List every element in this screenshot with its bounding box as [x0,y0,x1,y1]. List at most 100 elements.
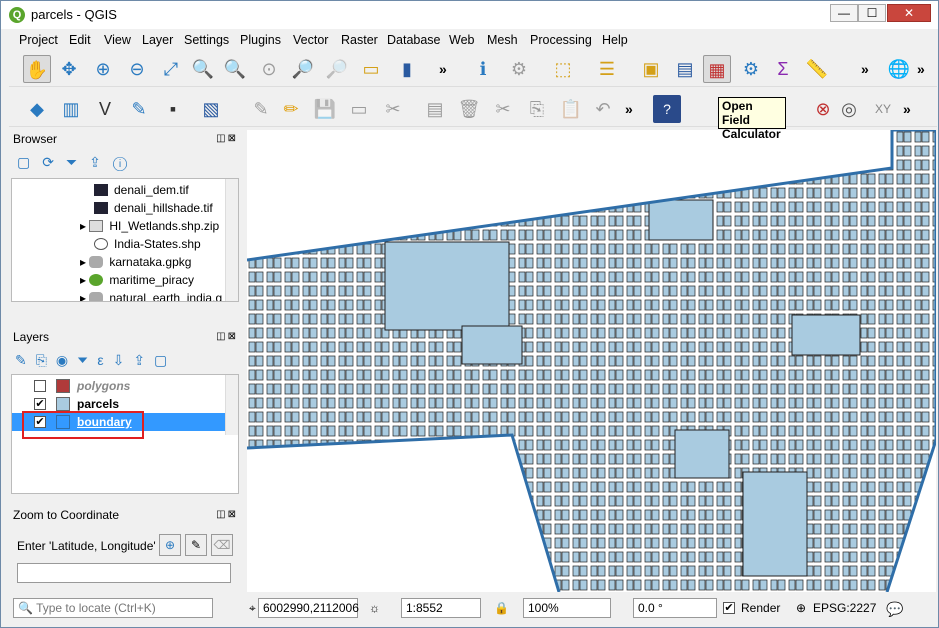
render-checkbox[interactable]: ✔ [723,602,735,614]
zoom-last-icon[interactable]: 🔎 [289,55,317,83]
menu-database[interactable]: Database [387,33,441,47]
magnifier-field[interactable]: 100% [523,598,611,618]
new-map-view-icon[interactable]: ▭ [357,55,385,83]
coordinate-input[interactable] [17,563,231,583]
toolbar-overflow-icon[interactable]: » [625,101,633,117]
coordinate-capture-icon[interactable]: XY [869,95,897,123]
lock-scale-icon[interactable]: 🔒 [494,601,509,615]
statistics-icon[interactable]: Σ [769,55,797,83]
toolbar-overflow-icon[interactable]: » [439,61,447,77]
pan-to-selection-icon[interactable]: ✥ [55,55,83,83]
menu-plugins[interactable]: Plugins [240,33,281,47]
expand-arrow-icon[interactable]: ▸ [80,219,89,233]
vertex-tool-icon[interactable]: ✂ [379,95,407,123]
add-feature-icon[interactable]: ▭ [345,95,373,123]
browser-item[interactable]: ▸ HI_Wetlands.shp.zip [80,217,219,235]
minimize-button[interactable]: — [830,4,858,22]
bookmark-icon[interactable]: ▮ [393,55,421,83]
select-by-value-icon[interactable]: ☰ [593,55,621,83]
capture-icon[interactable]: ✎ [185,534,207,556]
attribute-table-icon[interactable]: ▤ [671,55,699,83]
locator-search[interactable]: 🔍 Type to locate (Ctrl+K) [13,598,213,618]
deselect-icon[interactable]: ▣ [637,55,665,83]
new-shapefile-layer-icon[interactable]: V [91,95,119,123]
help-icon[interactable]: ? [653,95,681,123]
panel-float-close-icon[interactable]: ◫⊠ [216,133,238,144]
layers-toolbar[interactable]: ✎⎘◉⏷ε⇩⇪▢ [15,352,176,369]
expand-arrow-icon[interactable]: ▸ [80,273,89,287]
browser-item[interactable]: ▸ maritime_piracy [80,271,194,289]
menu-vector[interactable]: Vector [293,33,328,47]
close-button[interactable]: ✕ [887,4,931,22]
layers-scrollbar[interactable] [225,375,238,435]
modify-attributes-icon[interactable]: ▤ [421,95,449,123]
toolbar-overflow-icon[interactable]: » [917,61,925,77]
crs-label[interactable]: EPSG:2227 [813,601,876,615]
new-geopackage-layer-icon[interactable]: ▥ [57,95,85,123]
toolbox-icon[interactable]: ⚙ [737,55,765,83]
delete-selected-icon[interactable]: 🗑 [455,95,483,123]
save-edits-icon[interactable]: 💾 [311,95,339,123]
field-calculator-icon[interactable]: ▦ [703,55,731,83]
maximize-button[interactable]: ☐ [858,4,886,22]
globe-icon[interactable]: ◎ [835,95,863,123]
zoom-to-selection-icon[interactable]: 🔍 [189,55,217,83]
cut-features-icon[interactable]: ✂ [489,95,517,123]
menu-view[interactable]: View [104,33,131,47]
menu-processing[interactable]: Processing [530,33,592,47]
menu-edit[interactable]: Edit [69,33,91,47]
scale-field[interactable]: 1:8552 [401,598,481,618]
select-features-icon[interactable]: ⬚ [549,55,577,83]
menu-help[interactable]: Help [602,33,628,47]
rotation-field[interactable]: 0.0 ° [633,598,717,618]
pan-icon[interactable]: ✋ [23,55,51,83]
layer-checkbox[interactable]: ✔ [34,398,46,410]
measure-icon[interactable]: 📏 [803,55,831,83]
data-source-manager-icon[interactable]: ◆ [23,95,51,123]
current-edits-icon[interactable]: ✎ [247,95,275,123]
browser-item[interactable]: ▸ natural_earth_india.g [80,289,222,301]
menu-mesh[interactable]: Mesh [487,33,518,47]
undo-icon[interactable]: ↶ [589,95,617,123]
toggle-extents-icon[interactable]: ☼ [369,601,380,615]
clear-icon[interactable]: ⌫ [211,534,233,556]
copy-features-icon[interactable]: ⎘ [523,95,551,123]
browser-item[interactable]: denali_hillshade.tif [94,199,213,217]
browser-scrollbar[interactable] [225,179,238,301]
expand-arrow-icon[interactable]: ▸ [80,255,89,269]
browser-item[interactable]: ▸ karnataka.gpkg [80,253,191,271]
coordinate-field[interactable]: 6002990,2112006 [258,598,359,618]
toolbar-overflow-icon[interactable]: » [903,101,911,117]
browser-item[interactable]: denali_dem.tif [94,181,189,199]
menu-layer[interactable]: Layer [142,33,173,47]
menu-raster[interactable]: Raster [341,33,378,47]
layer-checkbox[interactable] [34,380,46,392]
menu-project[interactable]: Project [19,33,58,47]
zoom-to-layer-icon[interactable]: 🔍 [221,55,249,83]
map-canvas[interactable] [247,130,936,592]
messages-icon[interactable]: 💬 [886,601,903,618]
zoom-full-icon[interactable]: ⤢ [157,55,185,83]
toolbar-overflow-icon[interactable]: » [861,61,869,77]
new-mesh-layer-icon[interactable]: ▧ [197,95,225,123]
panel-float-close-icon[interactable]: ◫⊠ [216,331,238,342]
zoom-out-icon[interactable]: ⊖ [123,55,151,83]
menu-web[interactable]: Web [449,33,474,47]
menu-settings[interactable]: Settings [184,33,229,47]
georeferencer-icon[interactable]: ⊗ [809,95,837,123]
layer-row-polygons[interactable]: polygons [12,377,238,395]
panel-float-close-icon[interactable]: ◫⊠ [216,509,238,520]
paste-features-icon[interactable]: 📋 [557,95,585,123]
run-action-icon[interactable]: ⚙ [505,55,533,83]
plugin-globe-icon[interactable]: 🌐 [885,55,913,83]
browser-item[interactable]: India-States.shp [94,235,201,253]
identify-icon[interactable]: ℹ [469,55,497,83]
new-spatialite-layer-icon[interactable]: ✎ [125,95,153,123]
new-virtual-layer-icon[interactable]: ▪ [159,95,187,123]
zoom-to-icon[interactable]: ⊕ [159,534,181,556]
zoom-in-icon[interactable]: ⊕ [89,55,117,83]
browser-toolbar[interactable]: ▢⟳⏷⇪ⓘ [17,154,139,171]
expand-arrow-icon[interactable]: ▸ [80,291,89,301]
toggle-editing-icon[interactable]: ✏ [277,95,305,123]
zoom-next-icon[interactable]: 🔎 [323,55,351,83]
